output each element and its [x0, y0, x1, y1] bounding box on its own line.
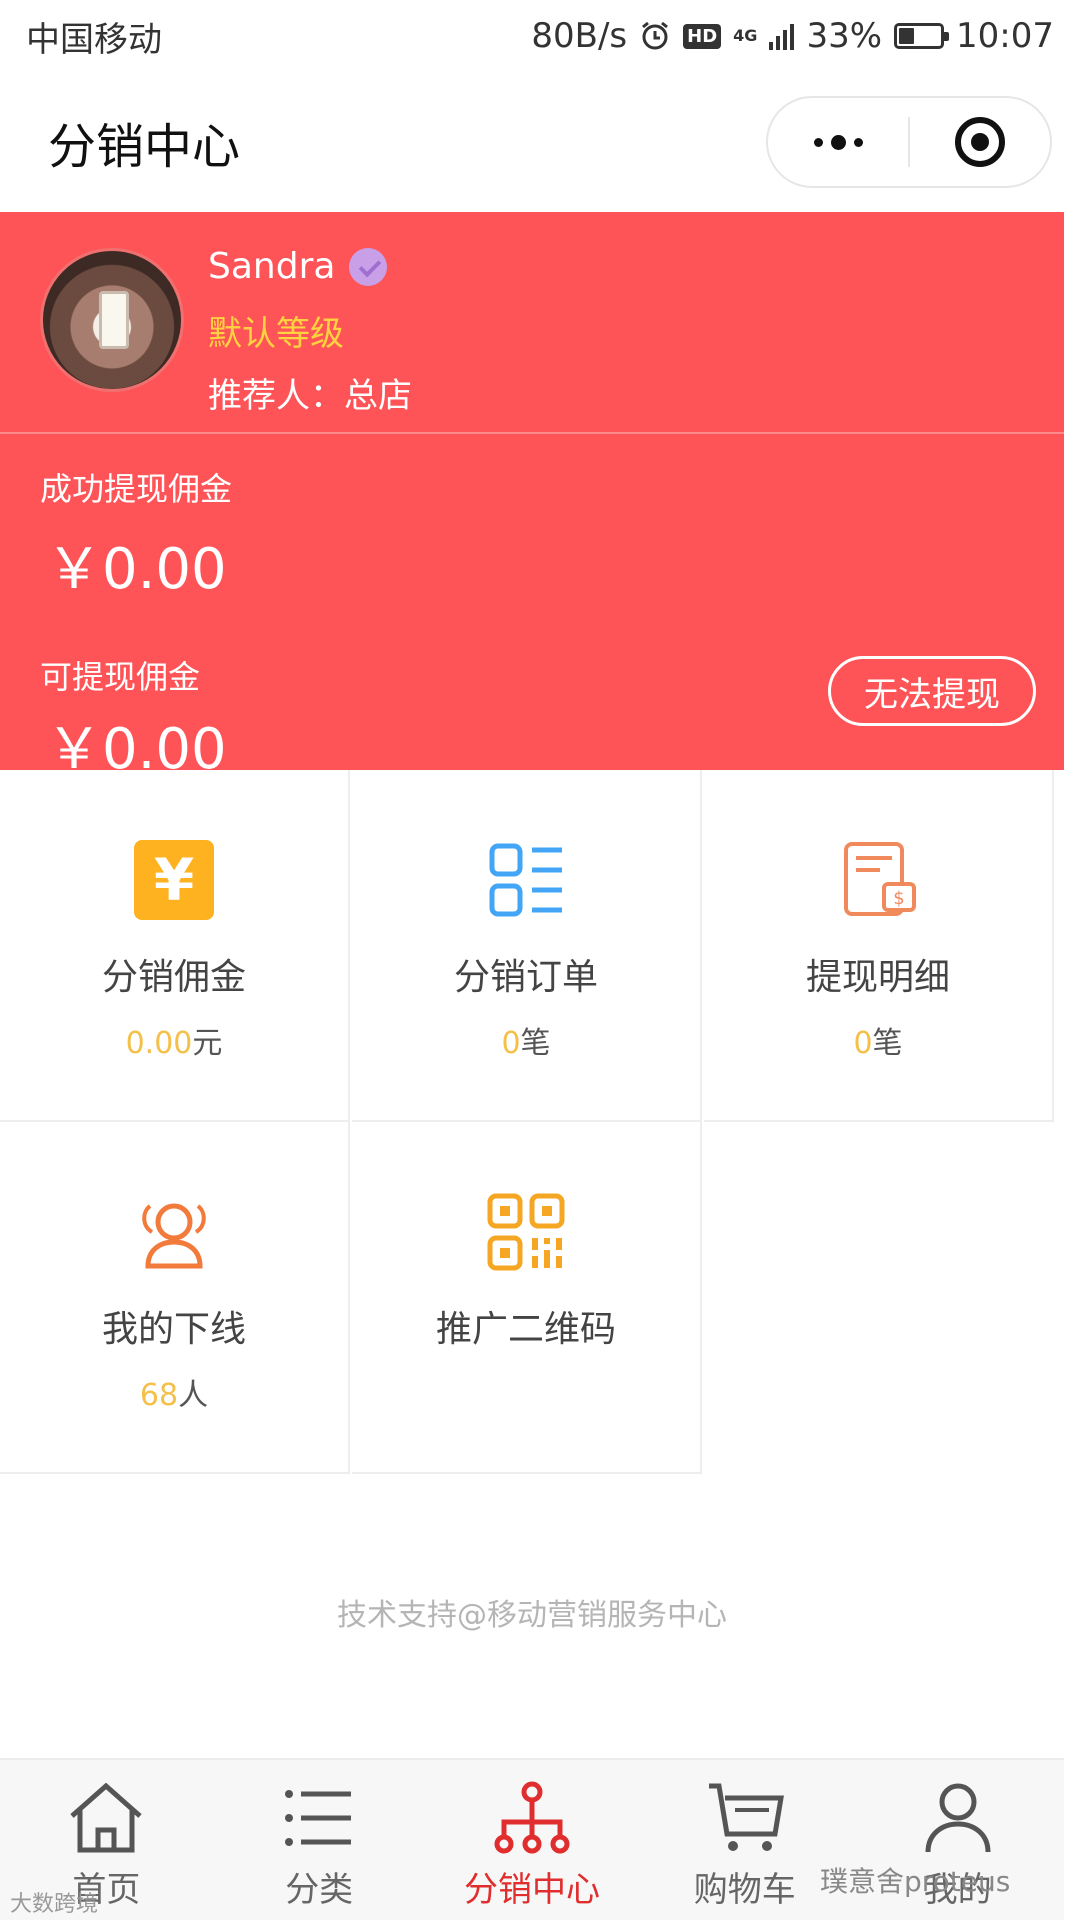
- watermark-right: 璞意舍proteus: [820, 1865, 1011, 1898]
- status-bar: 中国移动 80B/s HD 4G 33% 10:07: [0, 0, 1080, 72]
- username: Sandra: [208, 246, 336, 287]
- tab-distribution-center[interactable]: 分销中心: [426, 1760, 639, 1920]
- success-commission-value: ￥0.00: [46, 537, 227, 602]
- withdraw-button[interactable]: 无法提现: [828, 656, 1036, 726]
- tech-support-note: 技术支持@移动营销服务中心: [337, 1598, 727, 1633]
- grid-item-qr-code[interactable]: 推广二维码: [352, 1122, 702, 1474]
- home-icon: [70, 1782, 143, 1853]
- close-mini-program-button[interactable]: [910, 98, 1050, 186]
- distribution-icon: [494, 1781, 570, 1854]
- signal-icon: [769, 22, 795, 50]
- page-title: 分销中心: [48, 119, 241, 175]
- more-button[interactable]: [768, 98, 908, 186]
- mini-program-capsule: [766, 96, 1052, 188]
- clock: 10:07: [956, 16, 1054, 56]
- verified-icon: [349, 247, 388, 286]
- order-list-icon: [489, 843, 562, 917]
- tab-label: 分类: [285, 1870, 354, 1910]
- grid-item-value: 0.00元: [125, 1026, 223, 1061]
- category-icon: [285, 1790, 352, 1846]
- battery-percent: 33%: [806, 16, 883, 56]
- more-dots-icon: [813, 134, 863, 150]
- available-commission-label: 可提现佣金: [40, 658, 201, 696]
- distribution-summary: Sandra 默认等级 推荐人：总店 成功提现佣金 ￥0.00 可提现佣金 ￥0…: [0, 212, 1064, 782]
- status-indicators: 80B/s HD 4G 33% 10:07: [531, 16, 1054, 56]
- watermark-left: 大数跨境: [10, 1892, 99, 1917]
- receipt-icon: $: [844, 842, 916, 916]
- referrer: 推荐人：总店: [208, 376, 412, 416]
- grid-item-label: 分销订单: [453, 957, 598, 998]
- tab-label: 购物车: [693, 1870, 796, 1910]
- success-commission-label: 成功提现佣金: [40, 470, 233, 508]
- cart-icon: [708, 1783, 784, 1851]
- network-type: 4G: [733, 26, 758, 45]
- grid-item-value: 0笔: [501, 1026, 551, 1061]
- yen-icon: ¥: [134, 840, 214, 920]
- grid-item-label: 分销佣金: [101, 957, 246, 998]
- tab-label: 分销中心: [463, 1870, 600, 1910]
- username-row: Sandra: [208, 246, 388, 287]
- hd-icon: HD: [683, 23, 722, 49]
- grid-item-label: 我的下线: [101, 1309, 246, 1350]
- carrier-label: 中国移动: [26, 19, 162, 60]
- user-icon: [925, 1783, 991, 1853]
- grid-item-withdraw-details[interactable]: $ 提现明细 0笔: [704, 770, 1054, 1122]
- battery-icon: [894, 23, 950, 49]
- alarm-icon: [642, 21, 669, 50]
- member-level: 默认等级: [208, 314, 344, 354]
- qr-code-icon: [487, 1193, 565, 1271]
- profile-section: Sandra 默认等级 推荐人：总店: [0, 212, 1064, 434]
- title-bar: 分销中心: [0, 72, 1080, 212]
- tab-category[interactable]: 分类: [213, 1760, 426, 1920]
- avatar-lantern: [99, 291, 129, 349]
- grid-item-orders[interactable]: 分销订单 0笔: [352, 770, 702, 1122]
- grid-item-value: 0笔: [853, 1026, 903, 1061]
- svg-text:$: $: [893, 888, 904, 909]
- target-icon: [955, 117, 1005, 167]
- grid-item-downline[interactable]: 我的下线 68人: [0, 1122, 350, 1474]
- net-speed: 80B/s: [531, 16, 628, 56]
- grid-item-value: 68人: [139, 1378, 209, 1413]
- team-icon: [142, 1203, 206, 1269]
- avatar[interactable]: [40, 248, 184, 392]
- grid-item-label: 推广二维码: [435, 1309, 616, 1350]
- grid-item-label: 提现明细: [805, 957, 950, 998]
- grid-item-commission[interactable]: ¥ 分销佣金 0.00元: [0, 770, 350, 1122]
